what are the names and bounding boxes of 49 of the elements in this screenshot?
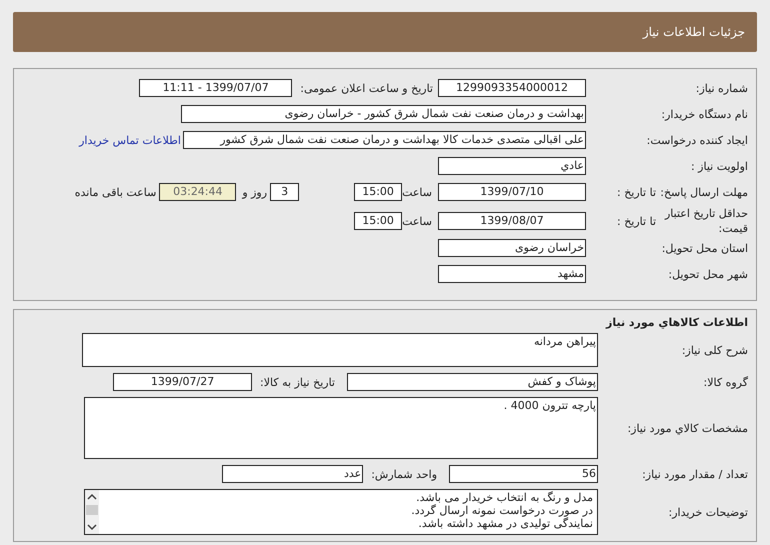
- field-label: تاریخ نیاز به کالا:: [260, 376, 335, 388]
- city-field[interactable]: مشهد: [438, 265, 586, 283]
- goods-group-field[interactable]: پوشاک و کفش: [347, 373, 598, 391]
- days-field[interactable]: 3: [270, 183, 300, 201]
- buyer-org-field[interactable]: بهداشت و درمان صنعت نفت شمال شرق کشور - خراسان رضوی: [181, 105, 586, 123]
- quantity-field[interactable]: 56: [449, 465, 598, 483]
- remaining-time-field[interactable]: 03:24:44: [159, 183, 236, 201]
- field-label: استان محل تحویل:: [662, 242, 748, 254]
- buyer-notes-field[interactable]: مدل و رنگ به انتخاب خریدار می باشد. در صورت درخواست نمونه ارسال گردد. نمایندگی تولیدی در مشهد داشته باشد.: [84, 489, 598, 535]
- field-label: تاریخ و ساعت اعلان عمومی:: [300, 82, 433, 94]
- field-label: شهر محل تحویل:: [668, 268, 748, 280]
- field-label: واحد شمارش:: [371, 468, 437, 480]
- note-line: در صورت درخواست نمونه ارسال گردد.: [410, 504, 593, 517]
- time-label: ساعت: [402, 214, 432, 228]
- field-label: مهلت ارسال پاسخ:: [659, 184, 748, 200]
- note-line: نمایندگی تولیدی در مشهد داشته باشد.: [417, 517, 593, 530]
- field-label: نام دستگاه خریدار:: [661, 108, 748, 120]
- priority-field[interactable]: عادي: [438, 157, 586, 175]
- requester-field[interactable]: علی اقبالی متصدی خدمات کالا بهداشت و درمان صنعت نفت شمال شرق کشور: [183, 131, 586, 149]
- field-label: ایجاد کننده درخواست:: [646, 134, 748, 146]
- time-field[interactable]: 15:00: [354, 183, 402, 201]
- need-number-field[interactable]: 1299093354000012: [438, 79, 586, 97]
- date-field[interactable]: 1399/07/10: [438, 183, 586, 201]
- field-label: اولویت نیاز :: [690, 160, 748, 172]
- days-label: روز و: [242, 186, 268, 198]
- unit-field[interactable]: عدد: [222, 465, 364, 483]
- announce-date-field[interactable]: 1399/07/07 - 11:11: [139, 79, 292, 97]
- scrollbar[interactable]: [85, 490, 99, 534]
- specs-field[interactable]: پارچه تترون 4000 .: [84, 397, 598, 459]
- province-field[interactable]: خراسان رضوی: [438, 239, 586, 257]
- field-label: شرح کلی نیاز:: [682, 344, 748, 356]
- field-label: گروه کالا:: [704, 376, 748, 388]
- note-line: مدل و رنگ به انتخاب خریدار می باشد.: [415, 491, 593, 504]
- need-date-field[interactable]: 1399/07/27: [113, 373, 252, 391]
- section-title: اطلاعات کالاهاي مورد نیاز: [604, 316, 749, 329]
- field-label: تعداد / مقدار مورد نیاز:: [642, 468, 748, 480]
- page-title: جزئیات اطلاعات نیاز: [642, 25, 745, 39]
- time-field[interactable]: 15:00: [354, 212, 402, 230]
- field-label: شماره نیاز:: [696, 82, 748, 94]
- field-label: توضیحات خریدار:: [668, 506, 748, 518]
- date-label: تا تاریخ :: [617, 214, 656, 228]
- date-field[interactable]: 1399/08/07: [438, 212, 586, 230]
- remaining-label: ساعت باقی مانده: [74, 186, 156, 198]
- time-label: ساعت: [402, 186, 432, 198]
- buyer-contact-link[interactable]: اطلاعات تماس خریدار: [79, 134, 181, 146]
- summary-field[interactable]: پیراهن مردانه: [82, 333, 598, 367]
- field-label: مشخصات کالاي مورد نیاز:: [627, 422, 748, 434]
- date-label: تا تاریخ :: [617, 186, 656, 198]
- field-label: حداقل تاریخ اعتبار قیمت:: [664, 206, 748, 236]
